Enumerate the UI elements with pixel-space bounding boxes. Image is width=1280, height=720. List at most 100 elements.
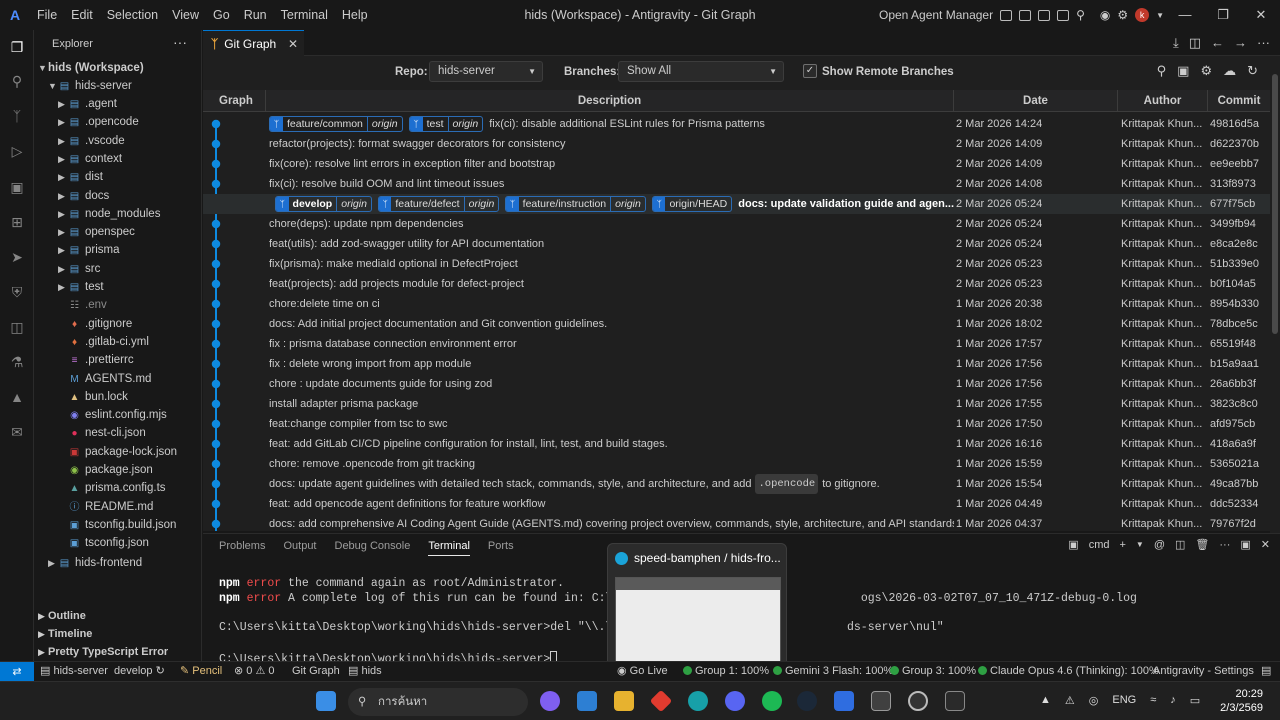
commit-row[interactable]: fix(ci): resolve build OOM and lint time… [203,174,1270,194]
avatar[interactable]: k [1135,8,1150,22]
column-date[interactable]: Date [954,90,1118,112]
file-prisma-config-ts[interactable]: ▲ prisma.config.ts [34,479,202,497]
test-flask-icon[interactable]: ⚗ [8,353,26,371]
microphone-icon[interactable]: ◎ [1089,694,1099,707]
close-panel-icon[interactable]: ✕ [1261,538,1270,551]
tab-output[interactable]: Output [283,540,316,556]
tab-terminal[interactable]: Terminal [428,540,470,556]
commit-row[interactable]: docs: Add initial project documentation … [203,314,1270,334]
file-explorer-icon[interactable] [614,691,634,711]
branch-badge[interactable]: ᛉ test origin [408,116,484,132]
run-debug-icon[interactable]: ▷ [8,142,26,160]
section-pretty-ts-error[interactable]: ▶ Pretty TypeScript Error [38,643,168,661]
file-package-json[interactable]: ◉ package.json [34,461,202,479]
refresh-icon[interactable]: ↻ [1247,63,1258,79]
branch-badge[interactable]: ᛉ feature/defect origin [377,196,500,212]
settings-gear-icon[interactable]: ⚙ [1117,8,1128,22]
discord-icon[interactable] [725,691,745,711]
battery-icon[interactable]: ▭ [1190,694,1200,707]
commit-row[interactable]: ᛉ develop origin ᛉ feature/defect origin ᛉ feat… [203,194,1270,214]
new-terminal-plus-icon[interactable]: + [1119,539,1125,551]
explorer-files-icon[interactable]: ❐ [8,38,26,56]
file-nest-cli-json[interactable]: ● nest-cli.json [34,424,202,442]
commit-row[interactable]: chore: remove .opencode from git trackin… [203,454,1270,474]
commit-row[interactable]: feat:change compiler from tsc to swc 1 Ma… [203,414,1270,434]
file-tsconfig-build-json[interactable]: ▣ tsconfig.build.json [34,516,202,534]
menu-view[interactable]: View [165,8,206,22]
split-editor-icon[interactable]: ◫ [1189,35,1201,51]
trash-icon[interactable]: 🗑 [1195,538,1209,551]
maximize-button[interactable]: ❐ [1204,0,1242,30]
chevron-down-icon[interactable]: ▼ [1136,540,1144,549]
commit-row[interactable]: chore(deps): update npm dependencies 2 Ma… [203,214,1270,234]
search-icon[interactable]: ⚲ [1076,8,1085,22]
folder-icon[interactable]: ◫ [8,318,26,336]
folder-hids-frontend[interactable]: ▶ ▤ hids-frontend [34,554,202,572]
folder-node-modules[interactable]: ▶ ▤ node_modules [34,205,202,223]
toggle-primary-sidebar-icon[interactable] [1019,9,1032,21]
file-eslint-config-mjs[interactable]: ◉ eslint.config.mjs [34,406,202,424]
close-icon[interactable]: ✕ [288,37,298,51]
commit-row[interactable]: fix(prisma): make mediaId optional in De… [203,254,1270,274]
commit-row[interactable]: fix(core): resolve lint errors in except… [203,154,1270,174]
commit-row[interactable]: feat(utils): add zod-swagger utility for… [203,234,1270,254]
folder-agent[interactable]: ▶ ▤ .agent [34,95,202,113]
language-indicator[interactable]: ENG [1112,694,1136,707]
file-prettierrc[interactable]: ≡ .prettierrc [34,351,202,369]
folder-docs[interactable]: ▶ ▤ docs [34,187,202,205]
workspace-folder-status[interactable]: ▤ hids [348,662,382,681]
commit-row[interactable]: chore:delete time on ci 1 Mar 2026 20:38 K… [203,294,1270,314]
file-readme-md[interactable]: ⓘ README.md [34,498,202,516]
chevron-down-icon[interactable]: ▼ [1156,11,1164,20]
folder-src[interactable]: ▶ ▤ src [34,260,202,278]
more-actions-icon[interactable]: ··· [1219,539,1230,551]
file-gitignore[interactable]: ♦ .gitignore [34,315,202,333]
shield-icon[interactable]: ⛨ [8,283,26,301]
show-remote-branches-checkbox[interactable]: ✓ [803,64,817,78]
mail-icon[interactable]: ✉ [8,423,26,441]
more-actions-icon[interactable]: ··· [173,34,187,50]
volume-icon[interactable]: ♪ [1170,694,1176,707]
windows-start-icon[interactable] [316,691,336,711]
file-agents-md[interactable]: M AGENTS.md [34,370,202,388]
wifi-icon[interactable]: ≈ [1150,694,1156,707]
workspace-root[interactable]: ▼hids (Workspace) [34,59,202,77]
remote-explorer-icon[interactable]: ▣ [8,178,26,196]
preview-thumbnail[interactable] [615,577,781,663]
taskbar-search[interactable]: ⚲ การค้นหา [348,688,528,716]
terminal-app-icon[interactable] [945,691,965,711]
branches-select[interactable]: Show All ▼ [618,61,784,82]
quota-gemini[interactable]: Gemini 3 Flash: 100% [773,662,893,681]
git-graph-status[interactable]: Git Graph [292,662,340,681]
remote-indicator-icon[interactable]: ⇄ [0,662,34,682]
open-agent-manager-button[interactable]: Open Agent Manager [879,8,993,22]
split-terminal-icon[interactable]: ◫ [1175,538,1185,551]
quota-claude[interactable]: Claude Opus 4.6 (Thinking): 100% [978,662,1159,681]
menu-terminal[interactable]: Terminal [274,8,335,22]
notifications-bell-icon[interactable]: ▤ [1261,662,1271,681]
vertical-scrollbar[interactable] [1270,72,1280,542]
section-outline[interactable]: ▶ Outline [38,607,86,625]
maximize-panel-icon[interactable]: ▣ [1240,538,1250,551]
menu-file[interactable]: File [30,8,64,22]
terminal-icon[interactable]: ▣ [1177,63,1189,79]
close-window-button[interactable]: ✕ [1242,0,1280,30]
quota-group1[interactable]: Group 1: 100% [683,662,769,681]
tab-ports[interactable]: Ports [488,540,514,556]
spotify-icon[interactable] [762,691,782,711]
show-remote-branches-label[interactable]: Show Remote Branches [822,66,954,78]
file-bun-lock[interactable]: ▲ bun.lock [34,388,202,406]
taskbar-window-preview[interactable]: speed-bamphen / hids-fro... [607,543,787,667]
commit-row[interactable]: ᛉ feature/common origin ᛉ test origin fix(ci):… [203,114,1270,134]
rocket-icon[interactable]: ➤ [8,248,26,266]
tab-problems[interactable]: Problems [219,540,265,556]
commit-row[interactable]: fix : prisma database connection environ… [203,334,1270,354]
store-icon[interactable] [577,691,597,711]
menu-run[interactable]: Run [237,8,274,22]
commit-row[interactable]: docs: add comprehensive AI Coding Agent … [203,514,1270,534]
layout-customize-icon[interactable] [1000,9,1013,21]
menu-go[interactable]: Go [206,8,237,22]
copilot-icon[interactable] [540,691,560,711]
commit-row[interactable]: chore : update documents guide for using… [203,374,1270,394]
folder-context[interactable]: ▶ ▤ context [34,150,202,168]
